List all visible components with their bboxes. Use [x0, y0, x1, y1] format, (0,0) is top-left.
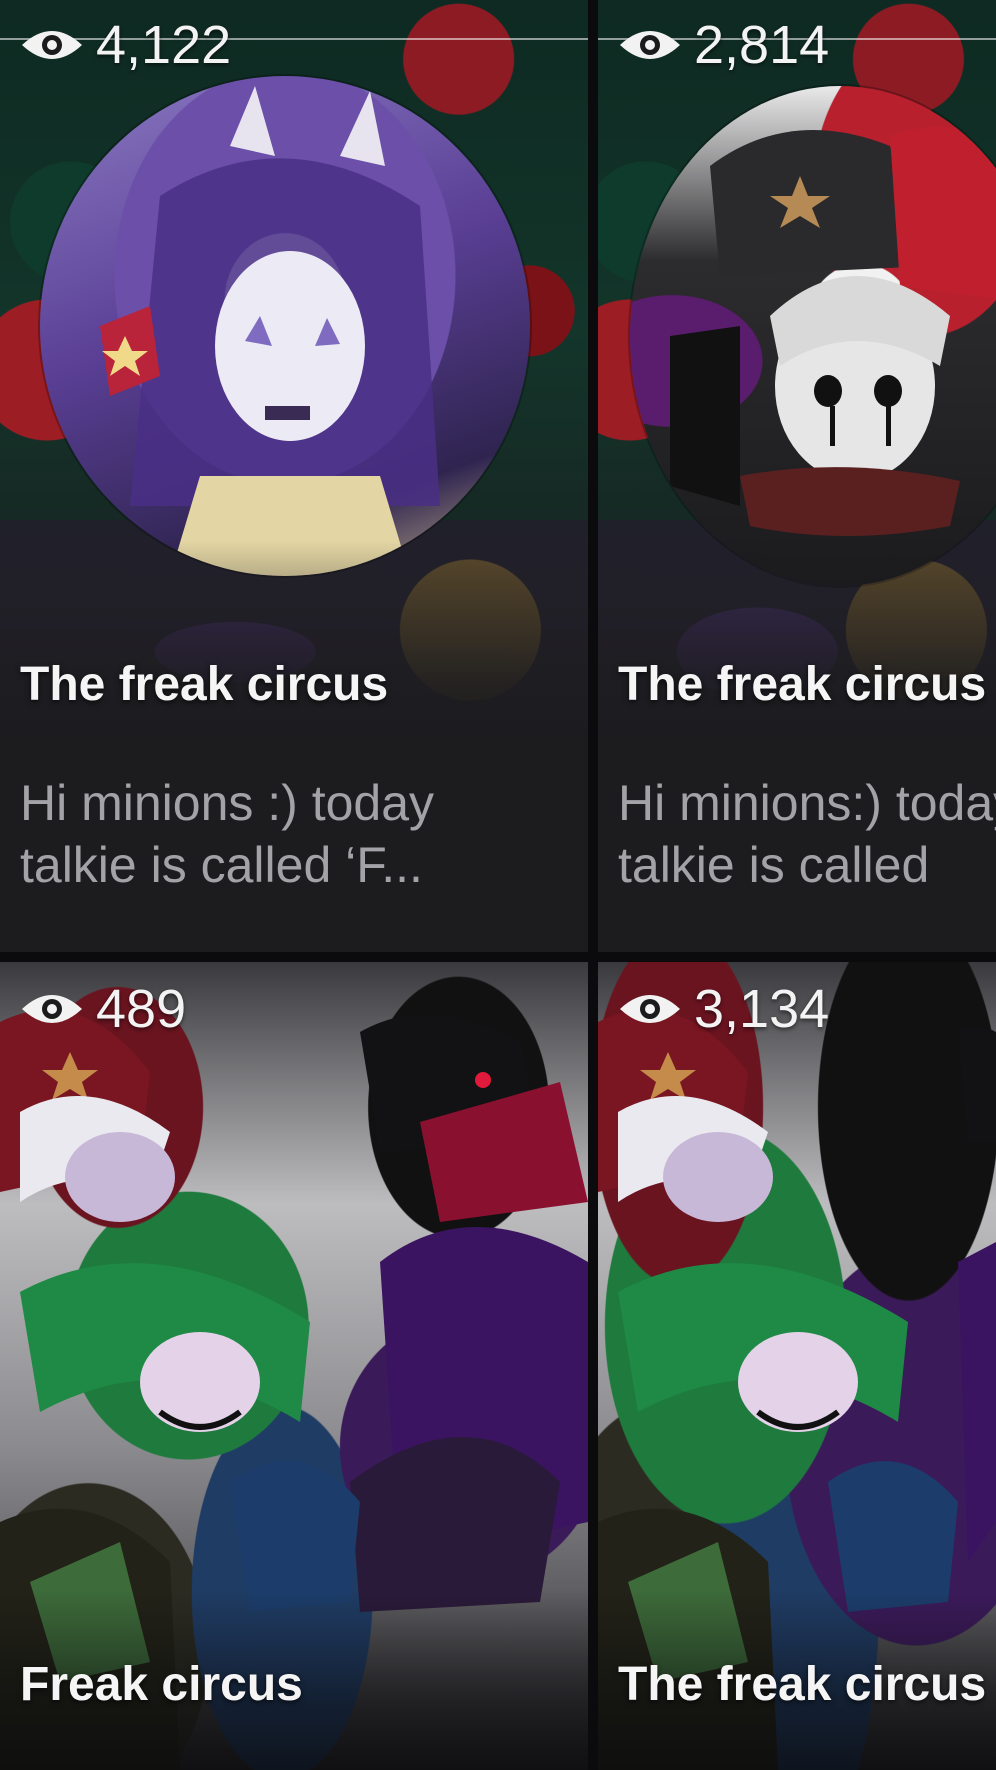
card-title: The freak circus [20, 658, 389, 711]
view-count: 3,134 [618, 982, 829, 1036]
card-description-line: Hi minions :) today [20, 775, 435, 831]
card-title: The freak circus [618, 1658, 987, 1711]
view-count: 2,814 [618, 18, 829, 72]
view-count-value: 3,134 [694, 979, 830, 1039]
card-description-line: talkie is called [618, 837, 930, 893]
talkie-card[interactable]: 2,814 The freak circus Hi minions:) toda… [598, 0, 996, 952]
talkie-card[interactable]: 489 Freak circus [0, 962, 588, 1770]
talkie-card[interactable]: 3,134 The freak circus [598, 962, 996, 1770]
eye-icon [618, 989, 682, 1029]
card-cover-image [0, 962, 588, 1770]
view-count: 4,122 [20, 18, 231, 72]
view-count: 489 [20, 982, 186, 1036]
card-description-line: Hi minions:) today [618, 775, 996, 831]
card-cover-image [598, 0, 996, 740]
talkie-grid: 4,122 The freak circus Hi minions :) tod… [0, 0, 996, 1770]
card-title: The freak circus [618, 658, 987, 711]
view-count-value: 2,814 [694, 15, 830, 75]
card-cover-image [0, 0, 588, 740]
card-description: Hi minions:) today talkie is called [618, 772, 996, 896]
talkie-card[interactable]: 4,122 The freak circus Hi minions :) tod… [0, 0, 588, 952]
card-description-line: talkie is called ‘F... [20, 837, 423, 893]
eye-icon [20, 989, 84, 1029]
eye-icon [618, 25, 682, 65]
eye-icon [20, 25, 84, 65]
card-title: Freak circus [20, 1658, 303, 1711]
view-count-value: 4,122 [96, 15, 232, 75]
card-description: Hi minions :) today talkie is called ‘F.… [20, 772, 434, 896]
card-cover-image [598, 962, 996, 1770]
character-avatar [630, 86, 996, 586]
character-avatar [40, 76, 530, 576]
view-count-value: 489 [96, 979, 187, 1039]
